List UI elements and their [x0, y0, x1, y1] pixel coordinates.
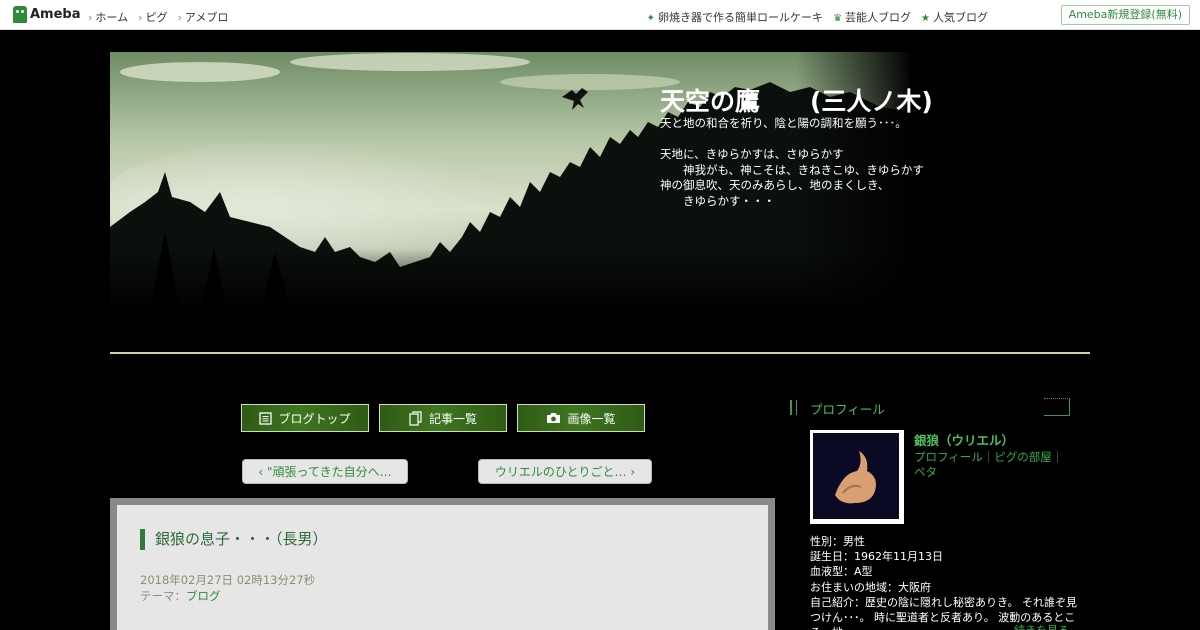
- blog-description: 天と地の和合を祈り、陰と陽の調和を願う･･･。 天地に、きゆらかすは、さゆらかす…: [660, 116, 924, 208]
- entry-date: 2018年02月27日 02時13分27秒: [140, 573, 316, 587]
- prev-entry-link[interactable]: ‹ "頑張ってきた自分へ…: [242, 459, 408, 484]
- profile-name[interactable]: 銀狼（ウリエル）: [914, 430, 1014, 449]
- header-image: [110, 52, 1090, 314]
- ameba-logo-icon: [13, 6, 27, 23]
- profile-info: 性別：男性 誕生日：1962年11月13日 血液型：A型 お住まいの地域：大阪府…: [810, 534, 1078, 630]
- blog-header: 天空の鷹 (三人ノ木) 天と地の和合を祈り、陰と陽の調和を願う･･･。 天地に、…: [110, 52, 1090, 314]
- nav-home-link[interactable]: ホーム: [88, 9, 128, 25]
- ameba-logo[interactable]: Ameba: [13, 6, 81, 23]
- heading-bars-icon: [790, 400, 797, 415]
- header-link-rollcake[interactable]: ✦ 卵焼き器で作る簡単ロールケーキ: [647, 9, 823, 25]
- entry-theme: テーマ：ブログ: [140, 588, 221, 604]
- blog-top-button[interactable]: ブログトップ: [241, 404, 369, 432]
- entry-list-button[interactable]: 記事一覧: [379, 404, 507, 432]
- blog-top-label: ブログトップ: [278, 411, 351, 426]
- sparkle-icon: ✦: [646, 13, 656, 24]
- star-icon: ★: [921, 13, 930, 24]
- nav-pigg-link[interactable]: ピグ: [138, 9, 167, 25]
- blog-title[interactable]: 天空の鷹 (三人ノ木): [660, 82, 933, 118]
- entry-list-label: 記事一覧: [428, 411, 477, 426]
- global-nav: ホーム ピグ アメブロ: [88, 9, 228, 25]
- avatar-image: [813, 433, 899, 519]
- profile-links[interactable]: プロフィール｜ピグの部屋｜ペタ: [914, 450, 1074, 480]
- image-list-label: 画像一覧: [567, 411, 616, 426]
- avatar[interactable]: [810, 430, 904, 524]
- header-link-popular-blog[interactable]: ★ 人気ブログ: [921, 9, 988, 25]
- profile-location: お住まいの地域：大阪府: [810, 580, 931, 594]
- read-more-link[interactable]: 続きを見る: [1014, 622, 1069, 630]
- theme-label: テーマ：: [140, 589, 186, 603]
- profile-heading-label: プロフィール: [810, 402, 885, 417]
- document-icon: [259, 411, 273, 425]
- heading-corner-decoration: [1044, 398, 1070, 416]
- avatar-figure-icon: [813, 433, 899, 519]
- theme-link[interactable]: ブログ: [186, 589, 221, 603]
- profile-blood-type: 血液型：A型: [810, 565, 873, 579]
- profile-birthday: 誕生日：1962年11月13日: [810, 550, 943, 564]
- nav-ameblo-link[interactable]: アメブロ: [177, 9, 228, 25]
- camera-icon: [547, 413, 561, 423]
- logo-text: Ameba: [30, 7, 81, 22]
- profile-heading: プロフィール: [790, 398, 1070, 417]
- article: 銀狼の息子・・・（長男） 2018年02月27日 02時13分27秒 テーマ：ブ…: [117, 505, 768, 630]
- image-list-button[interactable]: 画像一覧: [517, 404, 645, 432]
- global-header: Ameba ホーム ピグ アメブロ ✦卵焼き器で作る簡単ロールケーキ ♛芸能人ブ…: [0, 0, 1200, 30]
- signup-button[interactable]: Ameba新規登録(無料): [1060, 5, 1190, 25]
- header-links: ✦ 卵焼き器で作る簡単ロールケーキ ♛ 芸能人ブログ ★ 人気ブログ: [647, 9, 988, 25]
- profile-gender: 性別：男性: [810, 535, 865, 548]
- crown-icon: ♛: [833, 13, 843, 24]
- header-divider: [110, 352, 1090, 354]
- header-link-celebrity-blog[interactable]: ♛ 芸能人ブログ: [833, 9, 911, 25]
- entry-title[interactable]: 銀狼の息子・・・（長男）: [140, 529, 328, 550]
- copy-icon: [409, 410, 422, 426]
- next-entry-link[interactable]: ウリエルのひとりごと… ›: [478, 459, 652, 484]
